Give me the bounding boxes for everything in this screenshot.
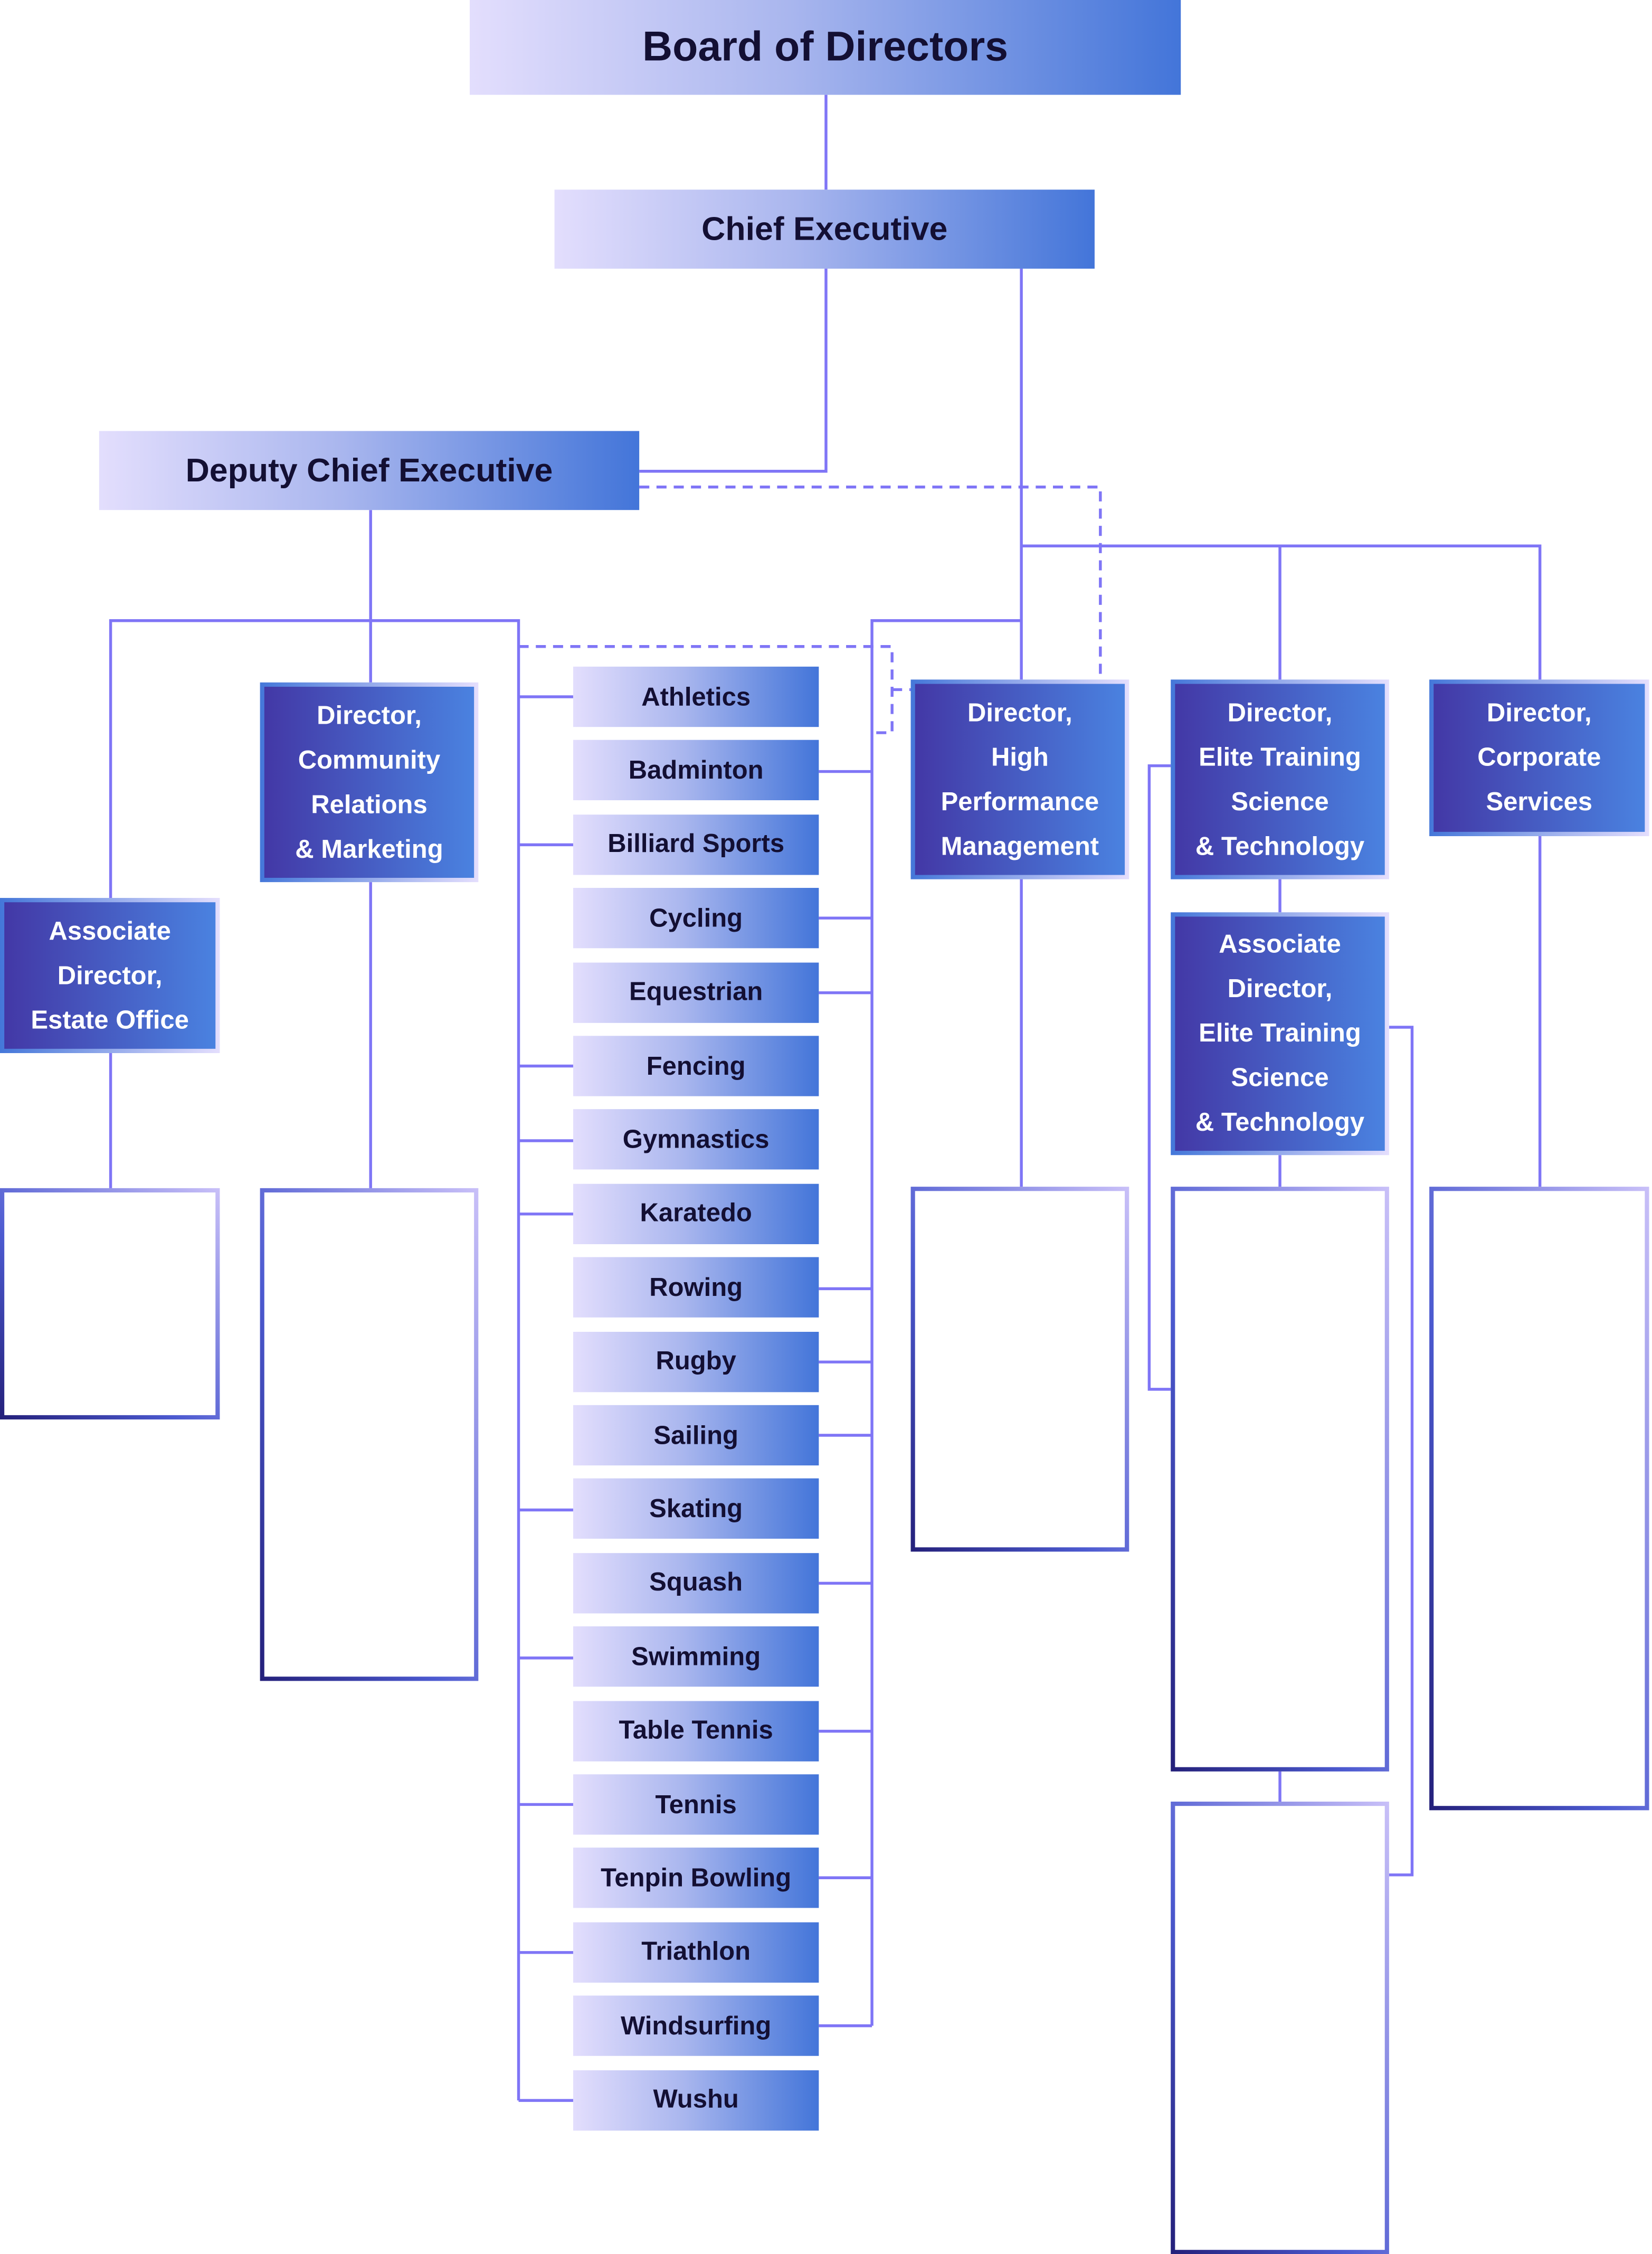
sport-label: Badminton: [628, 755, 764, 784]
sport-box: Gymnastics: [573, 1110, 819, 1170]
assoc-director-estate-box: Associate Director, Estate Office: [0, 898, 220, 1054]
empty-box-corporate: [1429, 1187, 1649, 1811]
sport-label: Tenpin Bowling: [601, 1863, 792, 1892]
sport-box: Tennis: [573, 1774, 819, 1835]
connector-bracket-left: [1147, 764, 1171, 1391]
sport-box: Swimming: [573, 1626, 819, 1687]
sport-box: Equestrian: [573, 962, 819, 1022]
assoc-estate-title: Associate Director, Estate Office: [4, 902, 216, 1049]
sport-label: Table Tennis: [619, 1715, 773, 1745]
sport-label: Cycling: [649, 903, 743, 932]
sport-box: Billiard Sports: [573, 814, 819, 875]
sport-label: Tennis: [655, 1789, 737, 1819]
director-hpm-title: Director, High Performance Management: [915, 684, 1125, 875]
board-of-directors-box: Board of Directors: [469, 0, 1181, 95]
sport-label: Squash: [649, 1568, 743, 1597]
sport-label: Wushu: [653, 2085, 739, 2114]
org-chart: Board of Directors Chief Executive Deput…: [0, 0, 1652, 2254]
deputy-chief-executive-box: Deputy Chief Executive: [99, 431, 640, 510]
sport-label: Fencing: [646, 1050, 746, 1080]
sport-label: Equestrian: [629, 977, 763, 1006]
deputy-title: Deputy Chief Executive: [185, 451, 553, 489]
sport-label: Rowing: [649, 1272, 743, 1302]
sport-label: Rugby: [656, 1346, 736, 1375]
sport-label: Swimming: [631, 1642, 761, 1671]
director-corporate-box: Director, Corporate Services: [1429, 679, 1649, 837]
sport-box: Badminton: [573, 740, 819, 801]
sport-box: Rugby: [573, 1331, 819, 1392]
chief-executive-box: Chief Executive: [554, 190, 1095, 269]
sport-label: Gymnastics: [622, 1124, 770, 1154]
director-community-title: Director, Community Relations & Marketin…: [264, 686, 474, 878]
empty-box-community: [260, 1188, 479, 1681]
chief-title: Chief Executive: [701, 210, 948, 248]
sport-box: Table Tennis: [573, 1700, 819, 1761]
director-elite-title: Director, Elite Training Science & Techn…: [1175, 684, 1385, 875]
sport-box: Tenpin Bowling: [573, 1848, 819, 1909]
sport-box: Skating: [573, 1479, 819, 1540]
sport-label: Windsurfing: [620, 2011, 772, 2040]
director-elite-box: Director, Elite Training Science & Techn…: [1171, 679, 1389, 879]
director-community-box: Director, Community Relations & Marketin…: [260, 682, 479, 883]
connector-left-branches: [518, 695, 573, 2102]
board-title: Board of Directors: [642, 23, 1009, 70]
sport-box: Fencing: [573, 1036, 819, 1096]
director-corporate-title: Director, Corporate Services: [1433, 684, 1645, 832]
assoc-director-elite-box: Associate Director, Elite Training Scien…: [1171, 912, 1389, 1156]
sport-box: Windsurfing: [573, 1995, 819, 2057]
sport-label: Billiard Sports: [607, 829, 785, 858]
sport-box: Rowing: [573, 1257, 819, 1318]
sport-label: Athletics: [641, 681, 751, 711]
sport-box: Wushu: [573, 2069, 819, 2130]
sport-box: Karatedo: [573, 1183, 819, 1244]
connector-dotted-deputy-hpm: [639, 485, 1102, 680]
connectors: [109, 94, 1542, 2102]
sport-box: Athletics: [573, 666, 819, 727]
sport-box: Squash: [573, 1552, 819, 1613]
sport-box: Sailing: [573, 1405, 819, 1466]
empty-box-elite: [1171, 1187, 1389, 1772]
sport-label: Triathlon: [641, 1937, 751, 1966]
sport-box: Cycling: [573, 888, 819, 949]
empty-box-elite-lower: [1171, 1802, 1389, 2254]
connector-bracket-right: [1389, 1026, 1414, 1877]
director-hpm-box: Director, High Performance Management: [910, 679, 1129, 879]
empty-box-estate: [0, 1188, 220, 1420]
sport-box: Triathlon: [573, 1922, 819, 1983]
sport-label: Skating: [649, 1494, 743, 1523]
sport-label: Sailing: [653, 1420, 738, 1449]
empty-box-hpm: [910, 1187, 1129, 1552]
assoc-elite-title: Associate Director, Elite Training Scien…: [1175, 916, 1385, 1151]
connector-chief-deputy: [639, 268, 828, 473]
connector-right-branches: [819, 770, 872, 2028]
sport-label: Karatedo: [640, 1198, 752, 1228]
